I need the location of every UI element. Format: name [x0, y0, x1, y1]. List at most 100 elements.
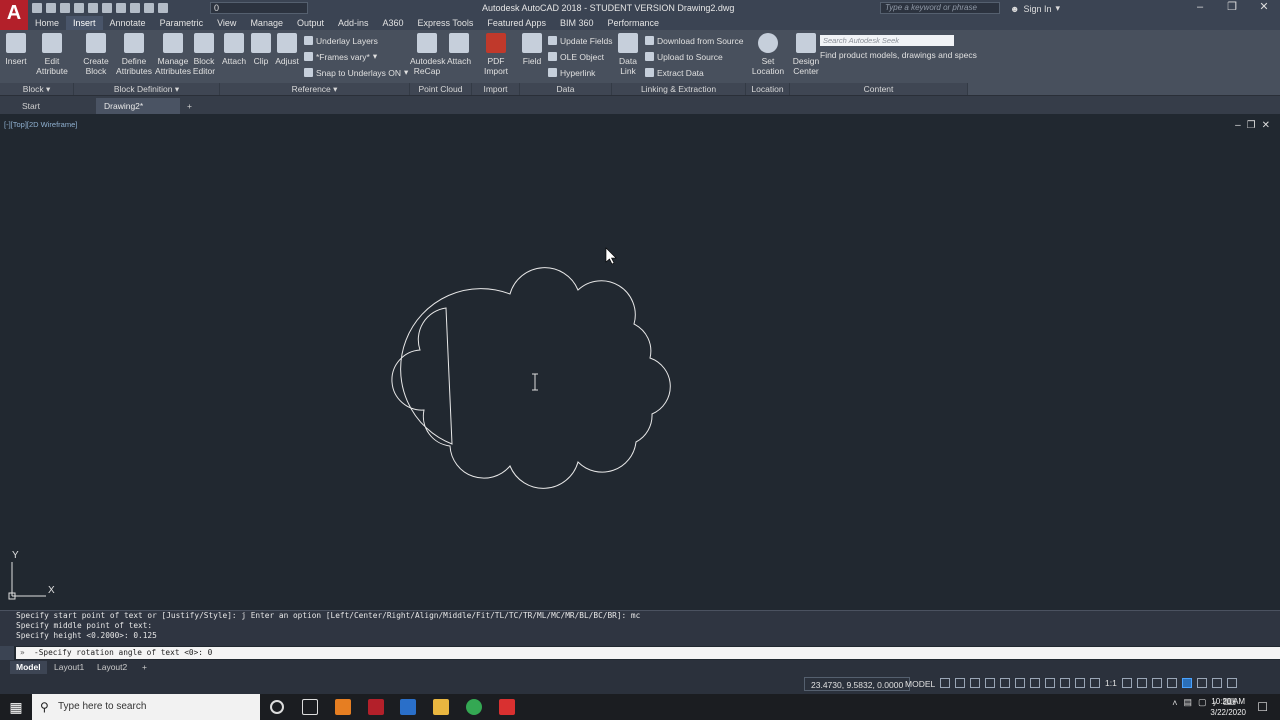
- tab-featured-apps[interactable]: Featured Apps: [480, 16, 553, 30]
- data-link-button[interactable]: Data Link: [616, 33, 640, 76]
- block-editor-button[interactable]: Block Editor: [192, 33, 216, 76]
- panel-block-definition[interactable]: Block Definition ▾: [74, 83, 220, 95]
- snap-icon[interactable]: [955, 678, 965, 688]
- grid-icon[interactable]: [940, 678, 950, 688]
- tab-home[interactable]: Home: [28, 16, 66, 30]
- tab-drawing2[interactable]: Drawing2*: [96, 98, 180, 114]
- set-location-button[interactable]: Set Location: [751, 33, 785, 76]
- design-center-button[interactable]: Design Center: [792, 33, 820, 76]
- isolate-objects-icon[interactable]: [1181, 678, 1192, 688]
- open-file-icon[interactable]: [46, 3, 56, 13]
- download-from-source-button[interactable]: Download from Source: [645, 34, 743, 47]
- tab-bim-360[interactable]: BIM 360: [553, 16, 601, 30]
- ole-object-button[interactable]: OLE Object: [548, 50, 604, 63]
- tab-insert[interactable]: Insert: [66, 16, 103, 30]
- drawing-canvas[interactable]: [-][Top][2D Wireframe] – ❐ ✕ Y X: [0, 114, 1280, 610]
- autodesk-recap-button[interactable]: Autodesk ReCap: [410, 33, 445, 76]
- autodesk-seek-input[interactable]: Search Autodesk Seek: [820, 35, 954, 46]
- clean-screen-icon[interactable]: [1211, 678, 1222, 688]
- underlay-layers-button[interactable]: Underlay Layers: [304, 34, 378, 47]
- new-tab-button[interactable]: +: [182, 98, 197, 114]
- system-clock[interactable]: 10:20 AM 3/22/2020: [1210, 696, 1246, 718]
- annotation-visibility-icon[interactable]: [1075, 678, 1085, 688]
- undo-icon[interactable]: [102, 3, 112, 13]
- annotation-scale[interactable]: 1:1: [1105, 678, 1117, 688]
- hyperlink-button[interactable]: Hyperlink: [548, 66, 595, 79]
- panel-block[interactable]: Block ▾: [0, 83, 74, 95]
- illustrator-app-icon[interactable]: [335, 699, 351, 715]
- layer-dropdown[interactable]: 0: [210, 2, 308, 14]
- sun-icon[interactable]: [144, 3, 154, 13]
- screencast-app-icon[interactable]: [499, 699, 515, 715]
- polar-icon[interactable]: [985, 678, 995, 688]
- model-space-toggle[interactable]: MODEL: [905, 677, 935, 691]
- tab-parametric[interactable]: Parametric: [153, 16, 211, 30]
- create-block-button[interactable]: Create Block: [82, 33, 110, 76]
- lightbulb-icon[interactable]: [130, 3, 140, 13]
- minimize-icon[interactable]: –: [1184, 0, 1216, 16]
- clip-button[interactable]: Clip: [251, 33, 271, 66]
- adjust-button[interactable]: Adjust: [274, 33, 300, 66]
- revision-cloud[interactable]: [391, 267, 671, 489]
- windows-start-icon[interactable]: ▦: [0, 694, 32, 720]
- tab-performance[interactable]: Performance: [600, 16, 666, 30]
- isodraft-icon[interactable]: [1000, 678, 1010, 688]
- annotation-monitor-icon[interactable]: [1136, 678, 1147, 688]
- save-as-icon[interactable]: [74, 3, 84, 13]
- sketchbook-app-icon[interactable]: [400, 699, 416, 715]
- display-icon[interactable]: ▢: [1198, 697, 1207, 708]
- sign-in-button[interactable]: ☻ Sign In ▾: [1010, 3, 1060, 14]
- pdf-import-button[interactable]: PDF Import: [482, 33, 510, 76]
- command-line-input[interactable]: » -Specify rotation angle of text <0>: 0: [16, 647, 1280, 659]
- tab-output[interactable]: Output: [290, 16, 331, 30]
- task-view-icon[interactable]: [302, 699, 318, 715]
- workspace-gear-icon[interactable]: [1121, 678, 1132, 688]
- tab-annotate[interactable]: Annotate: [103, 16, 153, 30]
- quick-properties-icon[interactable]: [1166, 678, 1177, 688]
- manage-attributes-button[interactable]: Manage Attributes: [154, 33, 192, 76]
- cortana-icon[interactable]: [270, 700, 284, 714]
- tab-manage[interactable]: Manage: [243, 16, 290, 30]
- save-icon[interactable]: [60, 3, 70, 13]
- tab-layout1[interactable]: Layout1: [48, 661, 90, 674]
- tab-express-tools[interactable]: Express Tools: [411, 16, 481, 30]
- coordinates-readout[interactable]: 23.4730, 9.5832, 0.0000: [804, 677, 911, 691]
- update-fields-button[interactable]: Update Fields: [548, 34, 612, 47]
- print-icon[interactable]: [88, 3, 98, 13]
- new-file-icon[interactable]: [32, 3, 42, 13]
- edit-attribute-button[interactable]: Edit Attribute: [33, 33, 71, 76]
- help-search-input[interactable]: Type a keyword or phrase: [880, 2, 1000, 14]
- file-explorer-icon[interactable]: [433, 699, 449, 715]
- extract-data-button[interactable]: Extract Data: [645, 66, 704, 79]
- hardware-acceleration-icon[interactable]: [1196, 678, 1207, 688]
- close-icon[interactable]: ✕: [1248, 0, 1280, 16]
- define-attributes-button[interactable]: Define Attributes: [115, 33, 153, 76]
- autocad-app-icon[interactable]: [368, 699, 384, 715]
- redo-icon[interactable]: [116, 3, 126, 13]
- upload-to-source-button[interactable]: Upload to Source: [645, 50, 723, 63]
- tab-a360[interactable]: A360: [376, 16, 411, 30]
- add-layout-button[interactable]: +: [136, 661, 153, 674]
- field-button[interactable]: Field: [521, 33, 543, 66]
- tab-add-ins[interactable]: Add-ins: [331, 16, 376, 30]
- tab-layout2[interactable]: Layout2: [91, 661, 133, 674]
- tab-start[interactable]: Start: [14, 98, 94, 114]
- customization-menu-icon[interactable]: [1226, 678, 1237, 688]
- lineweight-icon[interactable]: [1030, 678, 1040, 688]
- network-icon[interactable]: ▤: [1183, 697, 1192, 708]
- auto-scale-icon[interactable]: [1090, 678, 1100, 688]
- selection-cycling-icon[interactable]: [1060, 678, 1070, 688]
- ortho-icon[interactable]: [970, 678, 980, 688]
- layer-icon[interactable]: [158, 3, 168, 13]
- snap-underlays-dropdown[interactable]: Snap to Underlays ON ▾: [304, 66, 408, 79]
- tab-model[interactable]: Model: [10, 661, 47, 674]
- insert-button[interactable]: Insert: [5, 33, 27, 66]
- attach-point-cloud-button[interactable]: Attach: [447, 33, 471, 66]
- frames-vary-dropdown[interactable]: *Frames vary* ▾: [304, 50, 377, 63]
- tab-view[interactable]: View: [210, 16, 243, 30]
- transparency-icon[interactable]: [1045, 678, 1055, 688]
- units-icon[interactable]: [1151, 678, 1162, 688]
- panel-reference[interactable]: Reference ▾: [220, 83, 410, 95]
- app-logo[interactable]: A: [0, 0, 28, 30]
- object-snap-tracking-icon[interactable]: [1015, 678, 1025, 688]
